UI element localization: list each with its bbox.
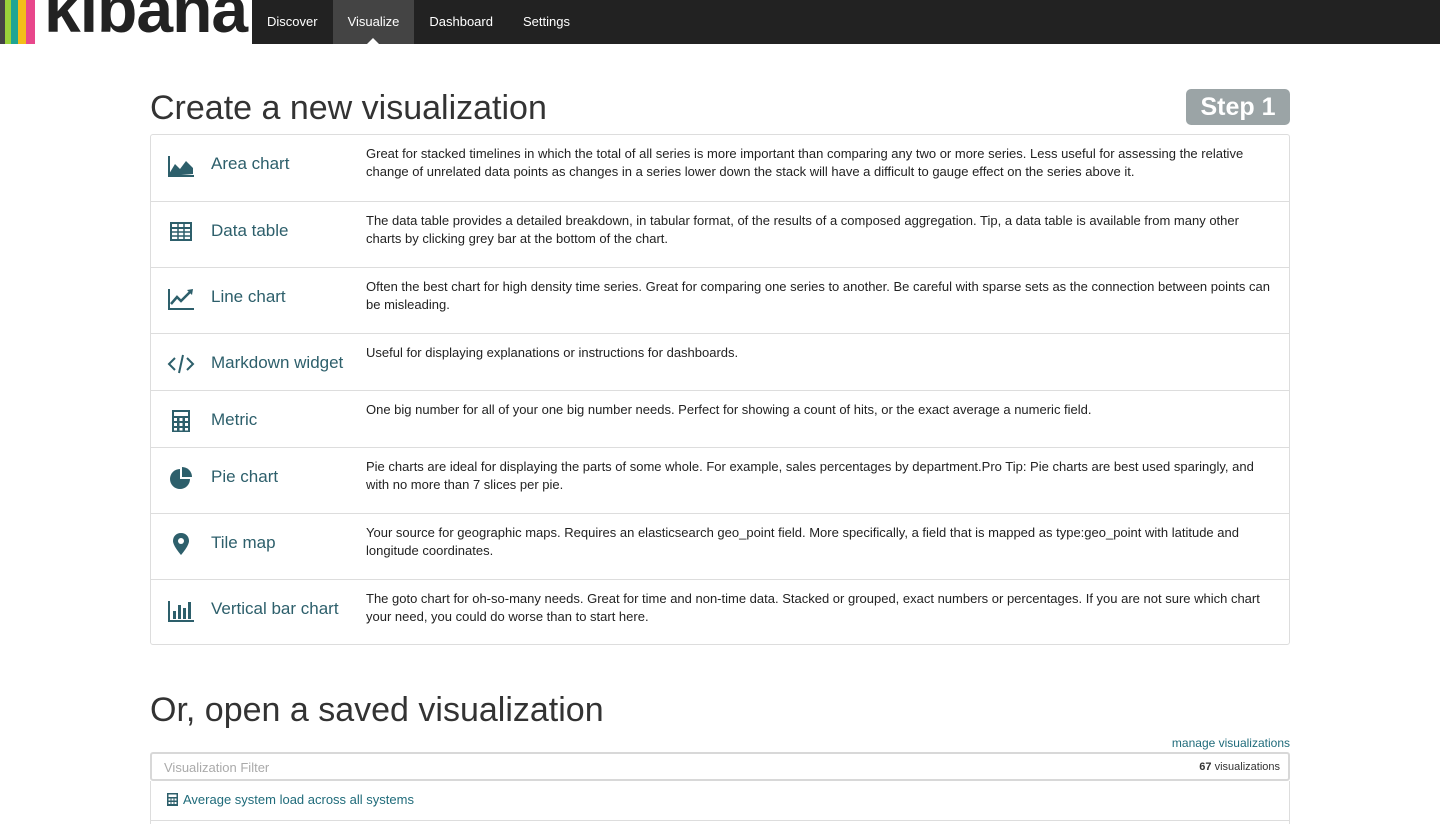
logo-stripe xyxy=(35,0,44,44)
type-description: Useful for displaying explanations or in… xyxy=(366,345,739,360)
type-row-pie-chart[interactable]: Pie chart Pie charts are ideal for displ… xyxy=(151,447,1289,513)
type-description: Great for stacked timelines in which the… xyxy=(366,146,1244,179)
step-badge: Step 1 xyxy=(1186,89,1290,125)
active-tab-caret-icon xyxy=(367,38,380,44)
page-title: Create a new visualization xyxy=(150,89,547,127)
pie-chart-icon xyxy=(167,465,195,491)
type-name: Metric xyxy=(211,410,258,429)
tab-label: Settings xyxy=(522,14,570,29)
type-description: One big number for all of your one big n… xyxy=(366,402,1092,417)
logo-wordmark: kibana xyxy=(44,0,248,44)
visualization-count-suffix: visualizations xyxy=(1214,761,1280,773)
logo-stripe xyxy=(11,0,18,44)
type-name: Tile map xyxy=(211,533,276,552)
type-name: Area chart xyxy=(211,154,290,173)
area-chart-icon xyxy=(167,152,195,178)
top-navbar: kibana Discover Visualize Dashboard Sett… xyxy=(0,0,1440,44)
type-description: The goto chart for oh-so-many needs. Gre… xyxy=(366,591,1260,624)
type-row-line-chart[interactable]: Line chart Often the best chart for high… xyxy=(151,267,1289,333)
code-icon xyxy=(167,351,195,377)
type-description: Pie charts are ideal for displaying the … xyxy=(366,459,1254,492)
calculator-icon xyxy=(166,793,179,806)
visualization-filter: 67 visualizations xyxy=(150,752,1290,781)
type-name: Pie chart xyxy=(211,467,279,486)
line-chart-icon xyxy=(167,285,195,311)
tab-label: Dashboard xyxy=(429,14,493,29)
visualization-count: 67 visualizations xyxy=(1199,761,1280,773)
visualization-type-list: Area chart Great for stacked timelines i… xyxy=(150,134,1290,645)
tab-label: Visualize xyxy=(347,14,400,29)
visualization-count-number: 67 xyxy=(1199,761,1212,773)
type-row-data-table[interactable]: Data table The data table provides a det… xyxy=(151,201,1289,267)
tab-dashboard[interactable]: Dashboard xyxy=(414,0,508,44)
logo-stripe xyxy=(26,0,35,44)
type-name: Data table xyxy=(211,221,289,240)
tab-visualize[interactable]: Visualize xyxy=(332,0,415,44)
nav-tabs: Discover Visualize Dashboard Settings xyxy=(252,0,585,44)
type-row-markdown-widget[interactable]: Markdown widget Useful for displaying ex… xyxy=(151,333,1289,390)
list-item[interactable]: Average system load across all systems xyxy=(151,781,1289,821)
type-name: Markdown widget xyxy=(211,353,344,372)
type-description: Your source for geographic maps. Require… xyxy=(366,525,1239,558)
saved-section-title: Or, open a saved visualization xyxy=(150,691,604,729)
kibana-logo[interactable]: kibana xyxy=(0,0,252,44)
visualization-filter-input[interactable] xyxy=(164,758,1064,776)
saved-visualization-label: Average system load across all systems xyxy=(183,792,414,807)
map-marker-icon xyxy=(167,531,195,557)
logo-stripe xyxy=(18,0,26,44)
type-row-tile-map[interactable]: Tile map Your source for geographic maps… xyxy=(151,513,1289,579)
tab-label: Discover xyxy=(267,14,318,29)
calculator-icon xyxy=(167,408,195,434)
type-description: Often the best chart for high density ti… xyxy=(366,279,1270,312)
saved-visualization-list: Average system load across all systems xyxy=(150,781,1290,824)
type-row-vertical-bar-chart[interactable]: Vertical bar chart The goto chart for oh… xyxy=(151,579,1289,644)
type-row-metric[interactable]: Metric One big number for all of your on… xyxy=(151,390,1289,447)
type-row-area-chart[interactable]: Area chart Great for stacked timelines i… xyxy=(151,135,1289,201)
manage-visualizations-link[interactable]: manage visualizations xyxy=(1172,736,1290,750)
bar-chart-icon xyxy=(167,597,195,623)
type-name: Line chart xyxy=(211,287,286,306)
type-name: Vertical bar chart xyxy=(211,599,339,618)
table-icon xyxy=(167,219,195,245)
tab-settings[interactable]: Settings xyxy=(508,0,585,44)
tab-discover[interactable]: Discover xyxy=(252,0,333,44)
type-description: The data table provides a detailed break… xyxy=(366,213,1239,246)
